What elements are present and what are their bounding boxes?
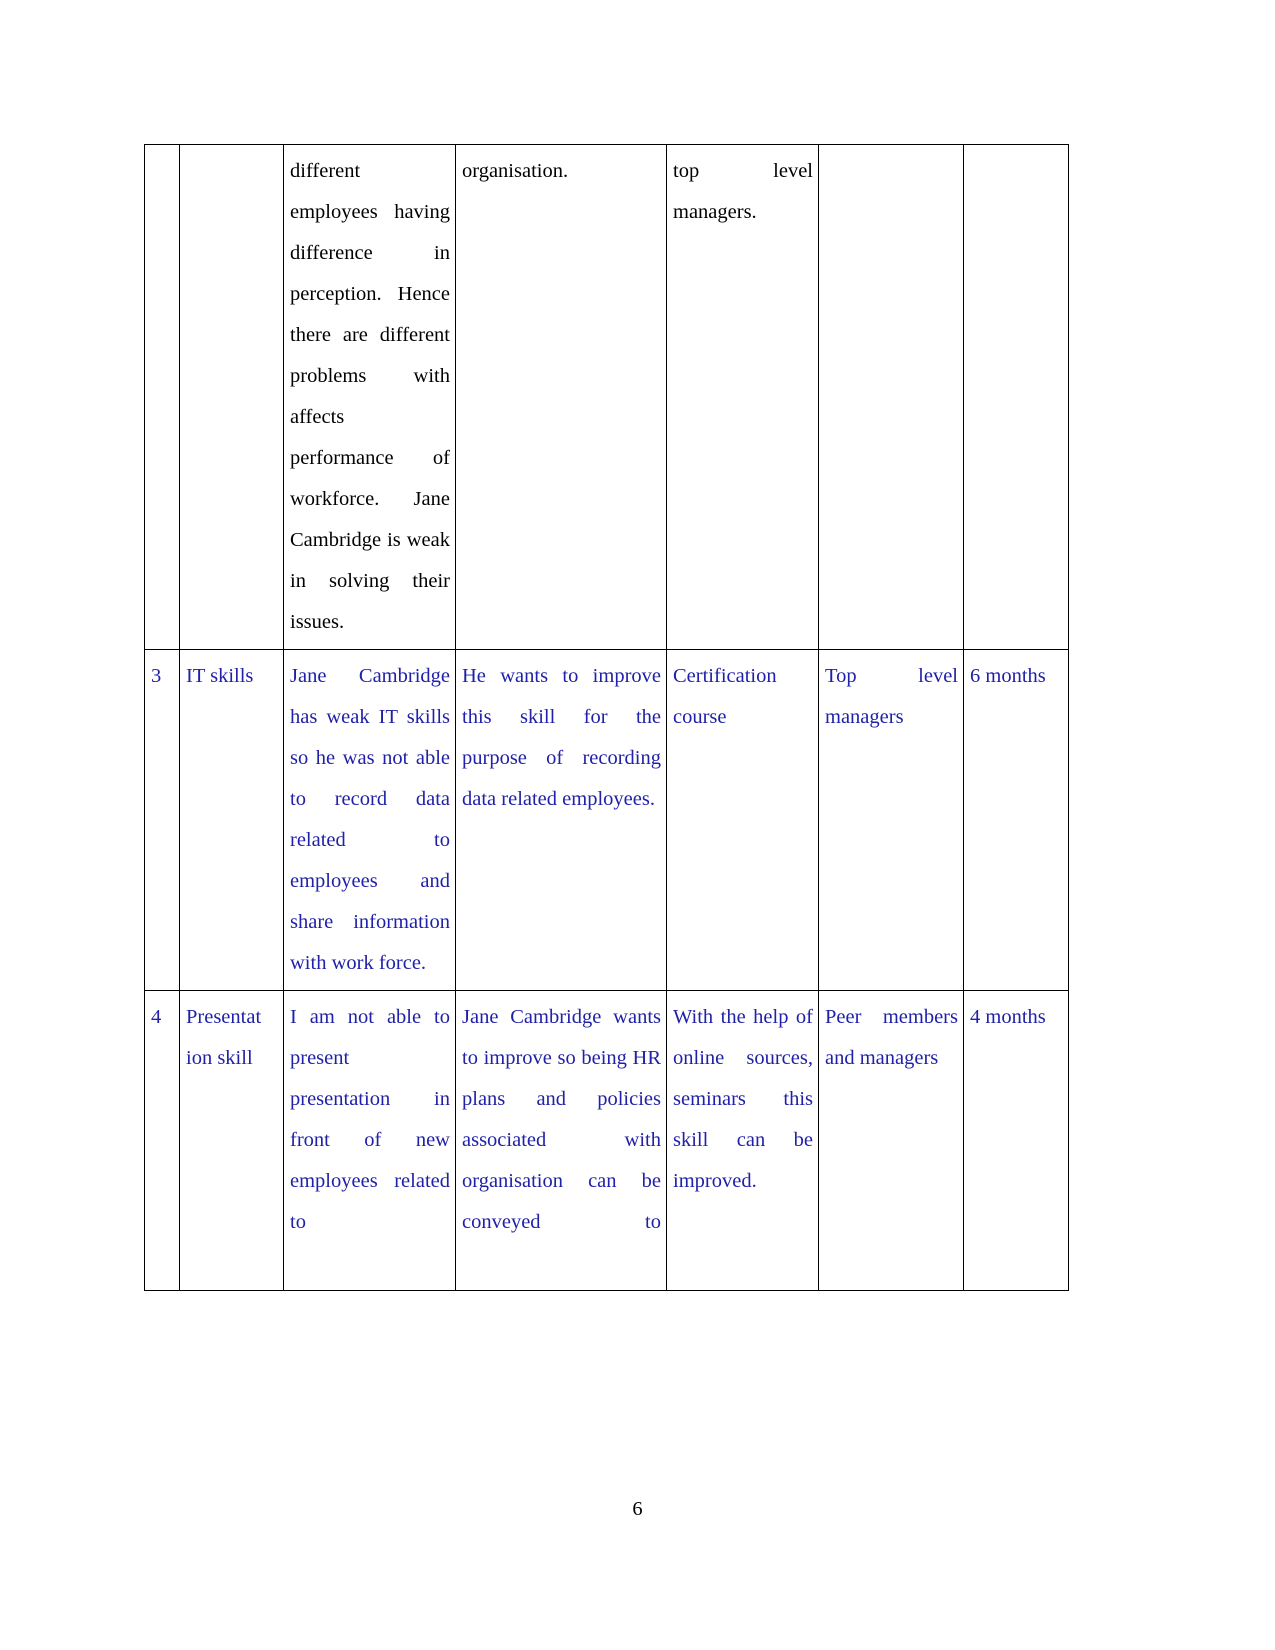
cell-development-opportunity: With the help of online sources, seminar… xyxy=(666,990,819,1291)
cell-development-opportunity: Certification course xyxy=(666,649,819,991)
cell-current-proficiency: different employees having difference in… xyxy=(283,144,456,650)
page-number: 6 xyxy=(632,1498,643,1520)
cell-sn: 3 xyxy=(144,649,180,991)
cell-target-proficiency: organisation. xyxy=(455,144,667,650)
cell-text: I am not able to present presentation in… xyxy=(290,1006,450,1233)
cell-current-proficiency: Jane Cambridge has weak IT skills so he … xyxy=(283,649,456,991)
cell-time-scale xyxy=(963,144,1069,650)
cell-sn xyxy=(144,144,180,650)
cell-text: top level managers. xyxy=(673,160,813,223)
cell-criteria-judging-success: Peer members and managers xyxy=(818,990,964,1291)
cell-text: Presentat ion skill xyxy=(186,1006,262,1069)
table-row: 3 IT skills Jane Cambridge has weak IT s… xyxy=(144,649,1069,991)
cell-time-scale: 6 months xyxy=(963,649,1069,991)
cell-target-proficiency: He wants to improve this skill for the p… xyxy=(455,649,667,991)
cell-target-proficiency: Jane Cambridge wants to improve so being… xyxy=(455,990,667,1291)
cell-skill-area: Presentat ion skill xyxy=(179,990,284,1291)
cell-text: He wants to improve this skill for the p… xyxy=(462,665,661,810)
cell-text: Top level managers xyxy=(825,665,958,728)
document-page: different employees having difference in… xyxy=(0,0,1275,1650)
cell-text: different employees having difference in… xyxy=(290,160,450,633)
cell-current-proficiency: I am not able to present presentation in… xyxy=(283,990,456,1291)
cell-criteria-judging-success: Top level managers xyxy=(818,649,964,991)
cell-text: Certification course xyxy=(673,665,777,728)
cell-text: Peer members and managers xyxy=(825,1006,958,1069)
cell-skill-area: IT skills xyxy=(179,649,284,991)
cell-text: Jane Cambridge wants to improve so being… xyxy=(462,1006,661,1233)
cell-skill-area xyxy=(179,144,284,650)
cell-sn: 4 xyxy=(144,990,180,1291)
cell-text: organisation. xyxy=(462,160,569,182)
table-row: different employees having difference in… xyxy=(144,144,1069,650)
cell-text: With the help of online sources, seminar… xyxy=(673,1006,813,1192)
cell-time-scale: 4 months xyxy=(963,990,1069,1291)
cell-text: Jane Cambridge has weak IT skills so he … xyxy=(290,665,450,974)
skills-development-table: different employees having difference in… xyxy=(144,144,1069,1291)
cell-criteria-judging-success xyxy=(818,144,964,650)
cell-development-opportunity: top level managers. xyxy=(666,144,819,650)
table-row: 4 Presentat ion skill I am not able to p… xyxy=(144,990,1069,1291)
